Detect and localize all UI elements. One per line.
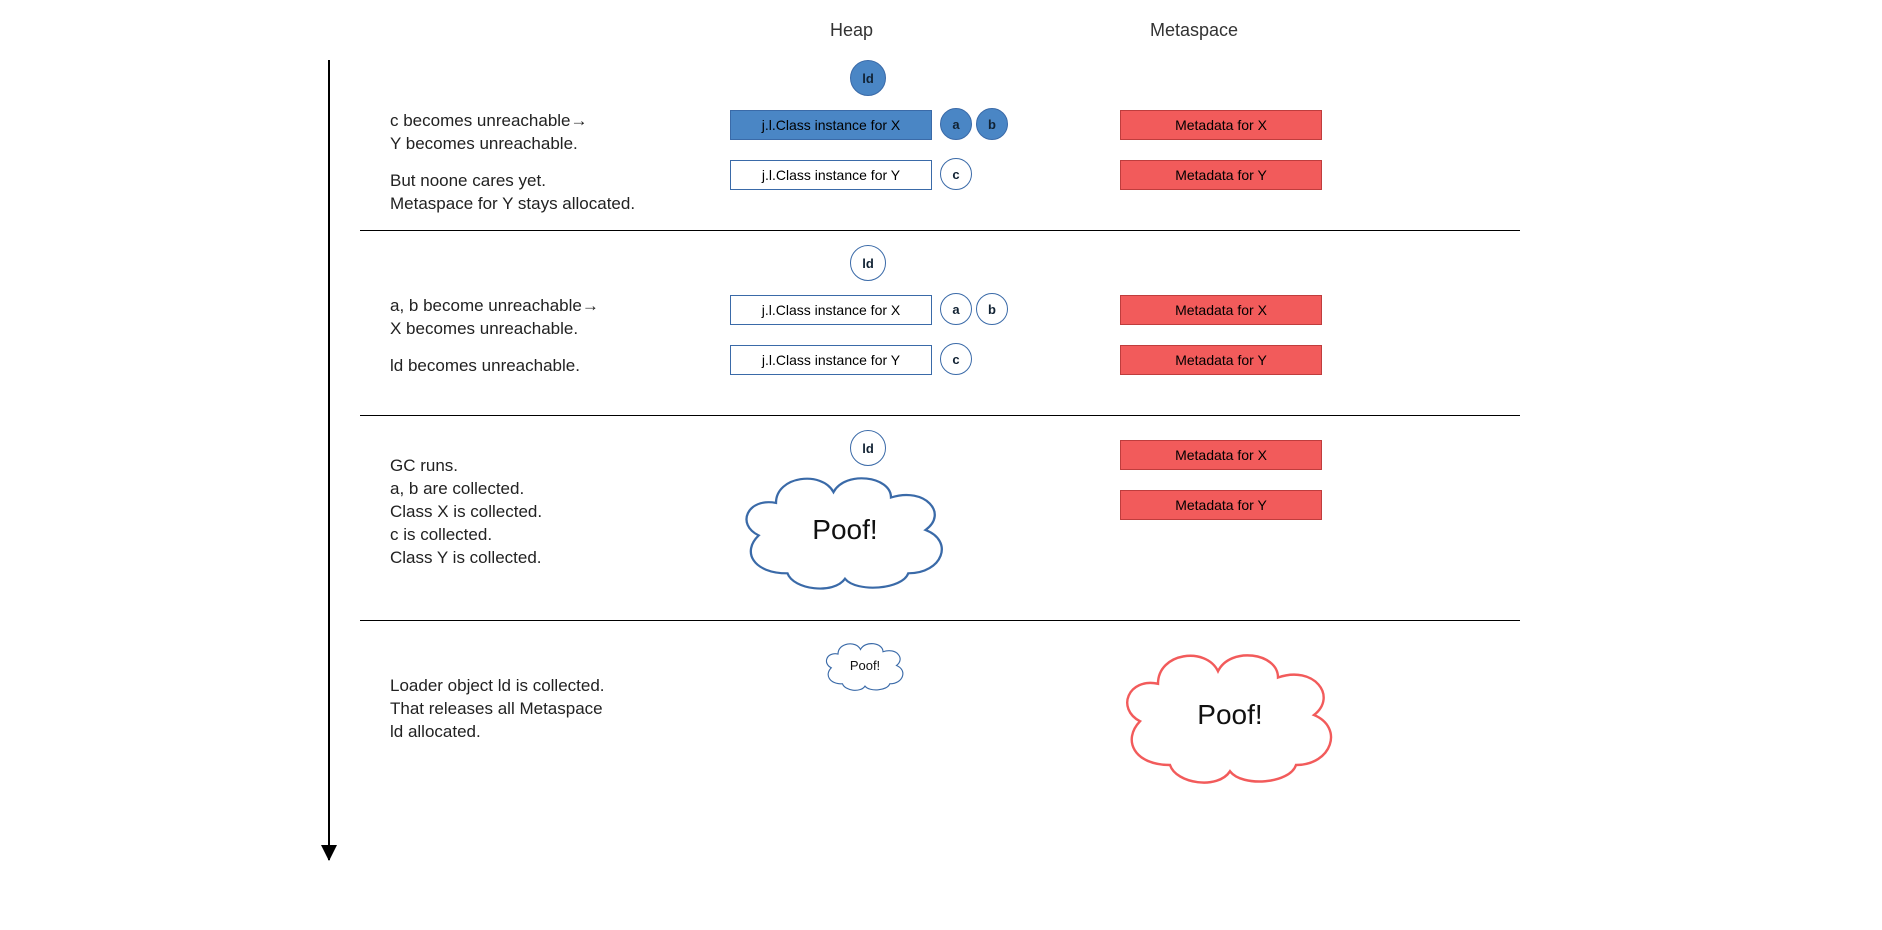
stage4-desc: Loader object ld is collected. That rele… — [390, 675, 605, 744]
diagram-frame: Heap Metaspace c becomes unreachable→ Y … — [320, 40, 1520, 890]
stage3-desc: GC runs. a, b are collected. Class X is … — [390, 455, 542, 570]
poof-cloud-heap: Poof! — [730, 465, 960, 595]
class-y-box-s2: j.l.Class instance for Y — [730, 345, 932, 375]
meta-x-s1: Metadata for X — [1120, 110, 1322, 140]
stage-3: GC runs. a, b are collected. Class X is … — [360, 425, 1520, 615]
ld-circle-s2: ld — [850, 245, 886, 281]
stage1-desc2: But noone cares yet. Metaspace for Y sta… — [390, 170, 635, 216]
stage1-desc1: c becomes unreachable→ Y becomes unreach… — [390, 110, 588, 156]
timeline-arrow — [328, 60, 330, 860]
header-metaspace: Metaspace — [1150, 20, 1238, 41]
b-circle-s2: b — [976, 293, 1008, 325]
class-y-box-s1: j.l.Class instance for Y — [730, 160, 932, 190]
poof-cloud-metaspace: Poof! — [1110, 640, 1350, 790]
meta-x-s3: Metadata for X — [1120, 440, 1322, 470]
a-circle-s1: a — [940, 108, 972, 140]
ld-circle-s1: ld — [850, 60, 886, 96]
stage2-desc1: a, b become unreachable→ X becomes unrea… — [390, 295, 599, 341]
header-heap: Heap — [830, 20, 873, 41]
meta-y-s2: Metadata for Y — [1120, 345, 1322, 375]
stage-4: Loader object ld is collected. That rele… — [360, 630, 1520, 830]
meta-y-s1: Metadata for Y — [1120, 160, 1322, 190]
ld-circle-s3: ld — [850, 430, 886, 466]
c-circle-s1: c — [940, 158, 972, 190]
poof-cloud-ld: Poof! — [820, 638, 910, 693]
divider-2 — [360, 415, 1520, 416]
a-circle-s2: a — [940, 293, 972, 325]
meta-y-s3: Metadata for Y — [1120, 490, 1322, 520]
c-circle-s2: c — [940, 343, 972, 375]
stage-1: c becomes unreachable→ Y becomes unreach… — [360, 60, 1520, 225]
stage-2: a, b become unreachable→ X becomes unrea… — [360, 240, 1520, 405]
b-circle-s1: b — [976, 108, 1008, 140]
divider-1 — [360, 230, 1520, 231]
meta-x-s2: Metadata for X — [1120, 295, 1322, 325]
stage2-desc2: ld becomes unreachable. — [390, 355, 580, 378]
divider-3 — [360, 620, 1520, 621]
class-x-box-s1: j.l.Class instance for X — [730, 110, 932, 140]
class-x-box-s2: j.l.Class instance for X — [730, 295, 932, 325]
